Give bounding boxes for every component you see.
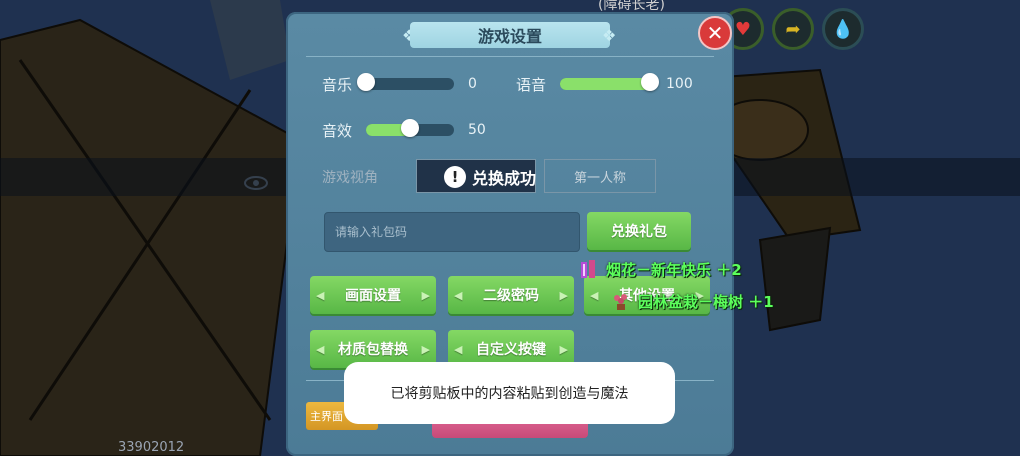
chevron-right-icon: ▶ [421,342,430,356]
close-button[interactable]: ✕ [698,16,732,50]
view-mode-label: 游戏视角 [322,170,378,186]
exclamation-icon: ! [444,166,466,188]
reward-text: 烟花－新年快乐 ＋2 [606,260,742,279]
chevron-left-icon: ◀ [454,342,463,356]
voice-slider-knob[interactable] [641,73,659,91]
voice-slider[interactable] [560,73,659,91]
voice-slider-fill [560,78,650,90]
effects-label: 音效 [322,122,353,140]
view-option-first-person[interactable]: 第一人称 [544,159,656,193]
graphics-settings-label: 画面设置 [345,288,401,304]
panel-title: 游戏设置 [410,22,610,48]
custom-keys-label: 自定义按键 [476,342,546,358]
reward-text: 园林盆栽－梅树 ＋1 [638,292,774,311]
chevron-left-icon: ◀ [316,342,325,356]
status-icon-bar: ♥ ➦ 💧 [722,8,864,50]
title-divider [306,56,714,57]
chevron-right-icon: ▶ [559,342,568,356]
effects-value: 50 [468,122,486,138]
firework-icon [581,260,595,278]
close-icon: ✕ [706,21,724,45]
redeem-success-toast: ! 兑换成功 [444,162,536,192]
reward-item: 烟花－新年快乐 ＋2 [578,258,742,280]
redeem-gift-button[interactable]: 兑换礼包 [587,212,691,250]
effects-slider-knob[interactable] [401,119,419,137]
redeem-gift-label: 兑换礼包 [611,224,667,240]
music-label: 音乐 [322,76,353,94]
effects-slider[interactable] [366,119,454,137]
clipboard-toast: 已将剪贴板中的内容粘贴到创造与魔法 [344,362,675,424]
chevron-left-icon: ◀ [316,288,325,302]
music-value: 0 [468,76,477,92]
voice-label: 语音 [516,76,547,94]
graphics-settings-button[interactable]: ◀ 画面设置 ▶ [310,276,436,314]
chevron-right-icon: ▶ [421,288,430,302]
secondary-password-label: 二级密码 [483,288,539,304]
redeem-success-text: 兑换成功 [472,169,537,188]
bonsai-icon [614,294,627,310]
player-id-label: 33902012 [118,440,185,455]
music-slider-knob[interactable] [357,73,375,91]
voice-value: 100 [666,76,693,92]
arrow-icon[interactable]: ➦ [772,8,814,50]
chevron-left-icon: ◀ [590,288,599,302]
secondary-password-button[interactable]: ◀ 二级密码 ▶ [448,276,574,314]
music-slider[interactable] [357,73,454,91]
chevron-right-icon: ▶ [559,288,568,302]
title-ornament-right-icon: ❖ [602,26,617,45]
gift-code-input[interactable] [324,212,580,252]
texture-pack-label: 材质包替换 [338,342,408,358]
drop-icon[interactable]: 💧 [822,8,864,50]
chevron-left-icon: ◀ [454,288,463,302]
reward-item: 园林盆栽－梅树 ＋1 [610,290,774,312]
